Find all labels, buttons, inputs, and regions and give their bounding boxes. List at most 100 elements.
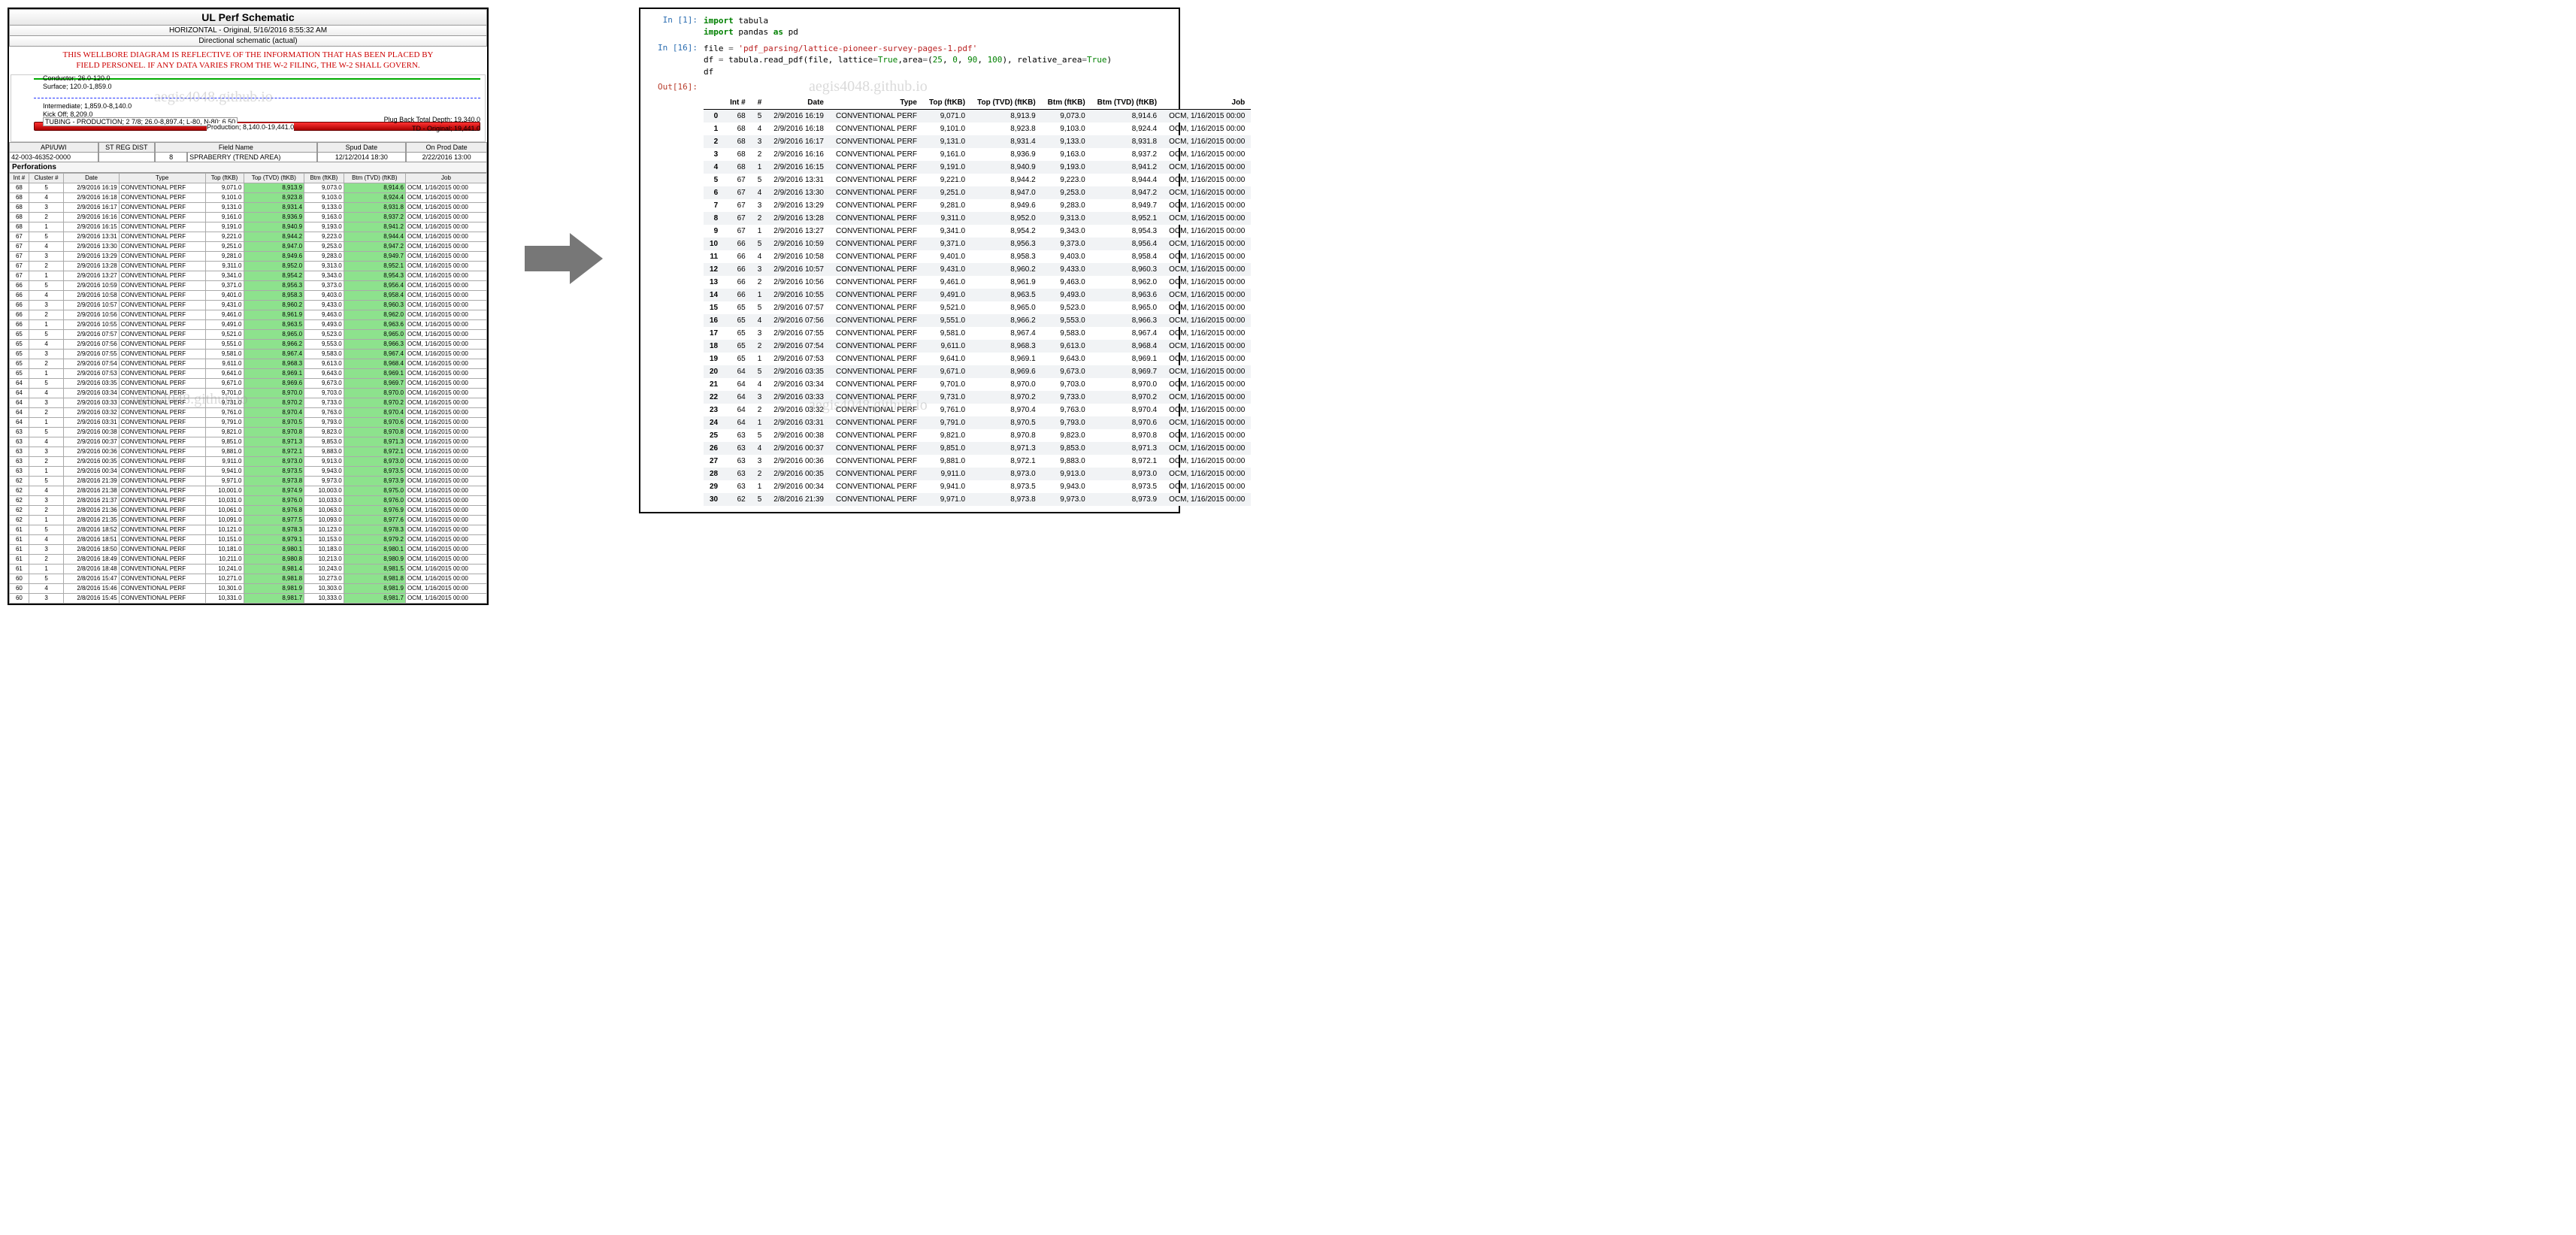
cell: 5 — [29, 574, 64, 583]
df-row: 156552/9/2016 07:57CONVENTIONAL PERF9,52… — [704, 301, 1251, 314]
df-cell: CONVENTIONAL PERF — [830, 429, 923, 442]
df-cell: 9,431.0 — [923, 263, 971, 276]
df-cell: OCM, 1/16/2015 00:00 — [1163, 161, 1251, 174]
cell: 2 — [29, 359, 64, 368]
df-cell: 8,941.2 — [1091, 161, 1163, 174]
cell: 8,981.9 — [244, 583, 304, 593]
df-cell: 8,969.1 — [971, 353, 1042, 365]
cell: CONVENTIONAL PERF — [119, 378, 205, 388]
cell: 8,975.0 — [344, 486, 405, 495]
df-cell: 1 — [752, 480, 768, 493]
df-cell: CONVENTIONAL PERF — [830, 301, 923, 314]
df-col: Btm (ftKB) — [1042, 96, 1091, 110]
cell: 10,121.0 — [205, 525, 244, 534]
df-cell: 9,551.0 — [923, 314, 971, 327]
df-cell: CONVENTIONAL PERF — [830, 493, 923, 506]
cell: 2/9/2016 16:16 — [64, 212, 119, 222]
cell: 62 — [10, 515, 29, 525]
cell: 10,153.0 — [304, 534, 344, 544]
cell: 9,191.0 — [205, 222, 244, 232]
cell: 9,761.0 — [205, 407, 244, 417]
table-row: 6242/8/2016 21:38CONVENTIONAL PERF10,001… — [10, 486, 487, 495]
df-row: 76732/9/2016 13:29CONVENTIONAL PERF9,281… — [704, 199, 1251, 212]
df-cell: 9,521.0 — [923, 301, 971, 314]
cell: CONVENTIONAL PERF — [119, 505, 205, 515]
cell: 9,853.0 — [304, 437, 344, 446]
df-cell: 9 — [704, 225, 724, 238]
cell: CONVENTIONAL PERF — [119, 232, 205, 241]
df-cell: OCM, 1/16/2015 00:00 — [1163, 225, 1251, 238]
cell: OCM, 1/16/2015 00:00 — [405, 388, 486, 398]
df-row: 266342/9/2016 00:37CONVENTIONAL PERF9,85… — [704, 442, 1251, 455]
cell: 5 — [29, 280, 64, 290]
table-row: 6752/9/2016 13:31CONVENTIONAL PERF9,221.… — [10, 232, 487, 241]
cell: 8,966.3 — [344, 339, 405, 349]
df-cell: OCM, 1/16/2015 00:00 — [1163, 109, 1251, 123]
df-cell: 2/9/2016 16:19 — [767, 109, 830, 123]
cell-in-1: In [1]: import tabula import pandas as p… — [643, 15, 1176, 38]
header-grid: API/UWI ST REG DIST Field Name Spud Date… — [9, 142, 487, 162]
cell: CONVENTIONAL PERF — [119, 388, 205, 398]
df-col: # — [752, 96, 768, 110]
perforations-title: Perforations — [9, 162, 487, 173]
cell: OCM, 1/16/2015 00:00 — [405, 290, 486, 300]
cell: 2/9/2016 13:30 — [64, 241, 119, 251]
cell: CONVENTIONAL PERF — [119, 446, 205, 456]
cell: CONVENTIONAL PERF — [119, 515, 205, 525]
col-header: Int # — [10, 173, 29, 183]
df-cell: 9,853.0 — [1042, 442, 1091, 455]
df-cell: 67 — [724, 174, 752, 186]
table-row: 6112/8/2016 18:48CONVENTIONAL PERF10,241… — [10, 564, 487, 574]
df-cell: CONVENTIONAL PERF — [830, 327, 923, 340]
cell: 9,253.0 — [304, 241, 344, 251]
cell: CONVENTIONAL PERF — [119, 359, 205, 368]
df-cell: 9,913.0 — [1042, 468, 1091, 480]
df-cell: 8,931.4 — [971, 135, 1042, 148]
col-header: Job — [405, 173, 486, 183]
cell: 63 — [10, 437, 29, 446]
table-row: 6432/9/2016 03:33CONVENTIONAL PERF9,731.… — [10, 398, 487, 407]
cell: CONVENTIONAL PERF — [119, 329, 205, 339]
cell: 9,281.0 — [205, 251, 244, 261]
cell: 61 — [10, 534, 29, 544]
cell: 9,791.0 — [205, 417, 244, 427]
cell: 8,972.1 — [244, 446, 304, 456]
table-row: 6332/9/2016 00:36CONVENTIONAL PERF9,881.… — [10, 446, 487, 456]
df-cell: 9,493.0 — [1042, 289, 1091, 301]
df-cell: 9,821.0 — [923, 429, 971, 442]
df-cell: 68 — [724, 161, 752, 174]
cell: 3 — [29, 300, 64, 310]
table-row: 6312/9/2016 00:34CONVENTIONAL PERF9,941.… — [10, 466, 487, 476]
df-row: 36822/9/2016 16:16CONVENTIONAL PERF9,161… — [704, 148, 1251, 161]
cell: 10,061.0 — [205, 505, 244, 515]
cell: 2/9/2016 10:55 — [64, 319, 119, 329]
cell: 1 — [29, 319, 64, 329]
df-cell: 8,965.0 — [1091, 301, 1163, 314]
cell: 3 — [29, 398, 64, 407]
df-cell: 20 — [704, 365, 724, 378]
df-cell: 9,311.0 — [923, 212, 971, 225]
cell: 8,981.7 — [344, 593, 405, 603]
df-cell: 8,970.8 — [1091, 429, 1163, 442]
df-cell: 9,191.0 — [923, 161, 971, 174]
cell: 64 — [10, 417, 29, 427]
df-cell: 2/9/2016 10:57 — [767, 263, 830, 276]
cell: 9,403.0 — [304, 290, 344, 300]
table-row: 6212/8/2016 21:35CONVENTIONAL PERF10,091… — [10, 515, 487, 525]
cell: CONVENTIONAL PERF — [119, 261, 205, 271]
cell: 65 — [10, 339, 29, 349]
df-cell: CONVENTIONAL PERF — [830, 225, 923, 238]
df-cell: 26 — [704, 442, 724, 455]
df-row: 146612/9/2016 10:55CONVENTIONAL PERF9,49… — [704, 289, 1251, 301]
table-row: 6512/9/2016 07:53CONVENTIONAL PERF9,641.… — [10, 368, 487, 378]
cell: OCM, 1/16/2015 00:00 — [405, 456, 486, 466]
cell: 8,978.3 — [244, 525, 304, 534]
df-col: Int # — [724, 96, 752, 110]
df-cell: 8,973.0 — [971, 468, 1042, 480]
df-cell: 2/9/2016 10:58 — [767, 250, 830, 263]
cell: OCM, 1/16/2015 00:00 — [405, 349, 486, 359]
cell: CONVENTIONAL PERF — [119, 593, 205, 603]
df-cell: 8,968.3 — [971, 340, 1042, 353]
cell: 8,967.4 — [244, 349, 304, 359]
cell: 8,963.6 — [344, 319, 405, 329]
